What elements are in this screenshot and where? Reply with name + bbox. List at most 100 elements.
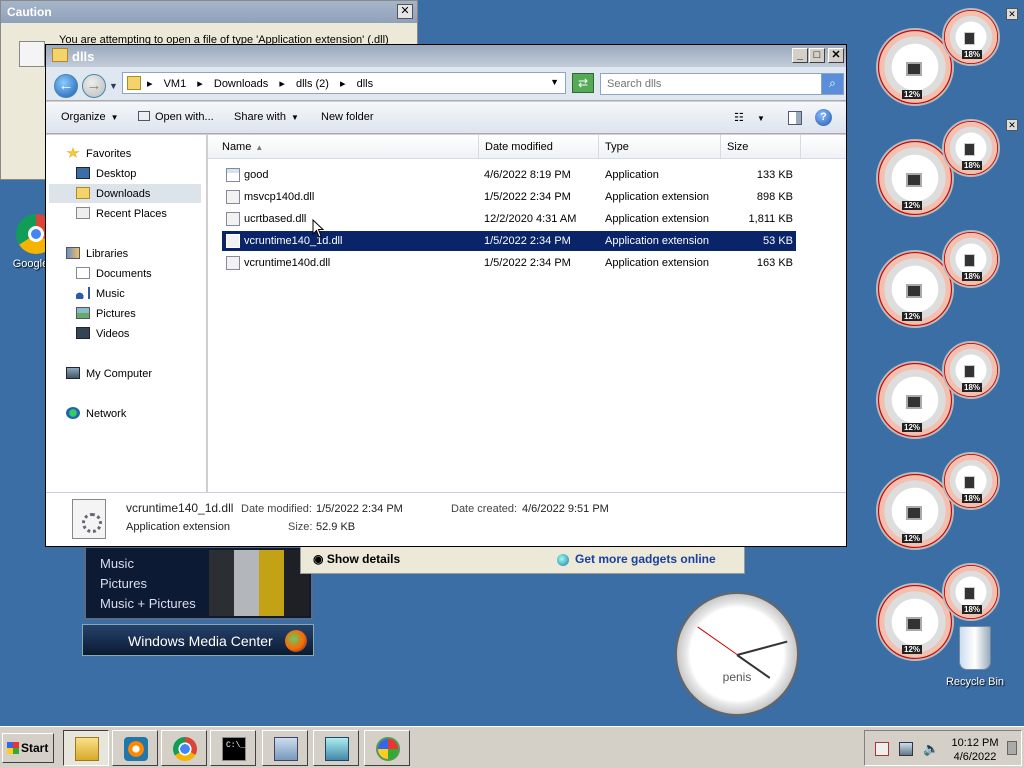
mouse-cursor-icon — [312, 219, 325, 238]
refresh-button[interactable]: ⇄ — [572, 73, 594, 93]
file-row-selected[interactable]: vcruntime140_1d.dll 1/5/2022 2:34 PM App… — [222, 231, 796, 251]
help-icon[interactable]: ? — [815, 109, 832, 126]
address-dropdown-icon[interactable]: ▼ — [550, 77, 559, 87]
file-row[interactable]: ucrtbased.dll 12/2/2020 4:31 AM Applicat… — [222, 209, 796, 229]
cpu-chip-icon — [906, 617, 922, 631]
wmc-label: Windows Media Center — [128, 633, 273, 649]
clock-gadget[interactable]: penis — [675, 592, 799, 716]
videos-icon — [76, 327, 90, 339]
gadget-close-icon[interactable]: ✕ — [1006, 8, 1018, 20]
taskbar-explorer-button[interactable] — [63, 730, 109, 766]
taskbar-windows-update-button[interactable] — [364, 730, 410, 766]
cpu-percent: 12% — [902, 90, 923, 99]
breadcrumb-downloads[interactable]: Downloads — [214, 78, 268, 90]
column-headers: Name ▲ Date modified Type Size — [208, 135, 846, 159]
file-date: 1/5/2022 2:34 PM — [484, 191, 571, 203]
open-with-icon — [138, 111, 150, 121]
dll-file-icon — [72, 499, 106, 539]
nav-my-computer[interactable]: My Computer — [66, 367, 152, 380]
nav-libraries[interactable]: Libraries — [66, 247, 128, 260]
chevron-right-icon[interactable]: ▸ — [340, 78, 346, 90]
breadcrumb-dlls2[interactable]: dlls (2) — [296, 78, 329, 90]
nav-favorites[interactable]: Favorites — [66, 147, 131, 160]
close-button[interactable]: ✕ — [828, 48, 844, 63]
show-desktop-button[interactable] — [1007, 741, 1017, 755]
new-folder-button[interactable]: New folder — [321, 111, 374, 123]
caution-close-button[interactable]: ✕ — [397, 4, 413, 19]
organize-button[interactable]: Organize ▼ — [61, 111, 119, 123]
file-date: 4/6/2022 8:19 PM — [484, 169, 571, 181]
breadcrumb-dlls[interactable]: dlls — [357, 78, 374, 90]
taskbar-cmd-button[interactable]: C:\_ — [210, 730, 256, 766]
cpu-meter-gadget: 12% 18% ✕ — [876, 119, 1018, 217]
maximize-button[interactable]: □ — [809, 48, 825, 63]
change-view-button[interactable]: ☷ ▼ — [734, 111, 765, 124]
show-details-link[interactable]: ◉ Show details — [313, 552, 400, 566]
nav-videos[interactable]: Videos — [76, 327, 129, 340]
taskbar-remote-desktop-button[interactable] — [313, 730, 359, 766]
network-icon — [66, 407, 80, 419]
gadget-close-icon[interactable]: ✕ — [1006, 119, 1018, 131]
menu-item-pictures[interactable]: Pictures — [100, 576, 147, 591]
column-header-name[interactable]: Name ▲ — [216, 135, 479, 159]
action-center-flag-icon[interactable] — [875, 742, 889, 756]
cpu-chip-icon — [906, 395, 922, 409]
documents-icon — [76, 267, 90, 279]
preview-pane-icon[interactable] — [788, 111, 802, 125]
file-row[interactable]: msvcp140d.dll 1/5/2022 2:34 PM Applicati… — [222, 187, 796, 207]
address-box[interactable]: ▸ VM1 ▸ Downloads ▸ dlls (2) ▸ dlls ▼ — [122, 72, 566, 94]
column-header-type[interactable]: Type — [599, 135, 721, 159]
taskbar-clock[interactable]: 10:12 PM 4/6/2022 — [949, 736, 1001, 764]
menu-item-music[interactable]: Music — [100, 556, 134, 571]
memory-percent: 18% — [962, 50, 983, 59]
minimize-button[interactable]: _ — [792, 48, 808, 63]
details-modified-value: 1/5/2022 2:34 PM — [316, 503, 403, 515]
volume-icon[interactable]: 🔈 — [923, 742, 939, 756]
nav-desktop[interactable]: Desktop — [76, 167, 136, 180]
windows-media-center-button[interactable]: Windows Media Center — [82, 624, 314, 656]
column-header-date[interactable]: Date modified — [479, 135, 599, 159]
media-tiles — [209, 550, 309, 616]
nav-music[interactable]: Music — [76, 287, 125, 300]
file-date: 1/5/2022 2:34 PM — [484, 257, 571, 269]
chevron-right-icon[interactable]: ▸ — [197, 78, 203, 90]
forward-button[interactable]: → — [82, 74, 106, 98]
back-button[interactable]: ← — [54, 74, 78, 98]
downloads-folder-icon — [76, 187, 90, 199]
nav-pictures[interactable]: Pictures — [76, 307, 136, 320]
title-bar[interactable]: dlls _ □ ✕ — [46, 45, 846, 67]
get-more-gadgets-link[interactable]: Get more gadgets online — [557, 552, 716, 566]
file-row[interactable]: vcruntime140d.dll 1/5/2022 2:34 PM Appli… — [222, 253, 796, 273]
nav-network[interactable]: Network — [66, 407, 126, 420]
nav-downloads[interactable]: Downloads — [49, 184, 201, 203]
nav-recent-places[interactable]: Recent Places — [76, 207, 167, 220]
open-with-button[interactable]: Open with... — [138, 111, 214, 123]
sort-ascending-icon: ▲ — [255, 143, 264, 152]
recycle-bin-label: Recycle Bin — [945, 676, 1005, 688]
search-icon[interactable]: ⌕ — [821, 74, 843, 94]
menu-item-music-pictures[interactable]: Music + Pictures — [100, 596, 196, 611]
memory-chip-icon — [964, 587, 975, 600]
taskbar-chrome-button[interactable] — [161, 730, 207, 766]
nav-documents[interactable]: Documents — [76, 267, 152, 280]
desktop: Caution ✕ You are attempting to open a f… — [0, 0, 1024, 726]
clock-time: 10:12 PM — [951, 737, 999, 749]
search-input[interactable] — [605, 76, 815, 92]
taskbar-control-panel-button[interactable] — [262, 730, 308, 766]
memory-percent: 18% — [962, 161, 983, 170]
network-icon[interactable] — [899, 742, 913, 756]
recycle-bin[interactable]: Recycle Bin — [944, 626, 1006, 688]
recent-pages-dropdown[interactable]: ▼ — [109, 81, 118, 91]
minute-hand — [736, 640, 788, 656]
taskbar-media-player-button[interactable] — [112, 730, 158, 766]
file-row[interactable]: good 4/6/2022 8:19 PM Application 133 KB — [222, 165, 796, 185]
details-created-label: Date created: — [451, 503, 518, 515]
chevron-right-icon[interactable]: ▸ — [279, 78, 285, 90]
column-header-size[interactable]: Size — [721, 135, 801, 159]
share-with-button[interactable]: Share with ▼ — [234, 111, 299, 123]
start-button[interactable]: Start — [2, 733, 54, 763]
breadcrumb-vm1[interactable]: VM1 — [164, 78, 187, 90]
cpu-meter-gadget: 12% 18% — [876, 452, 1011, 550]
details-modified-label: Date modified: — [241, 503, 312, 515]
pictures-icon — [76, 307, 90, 319]
